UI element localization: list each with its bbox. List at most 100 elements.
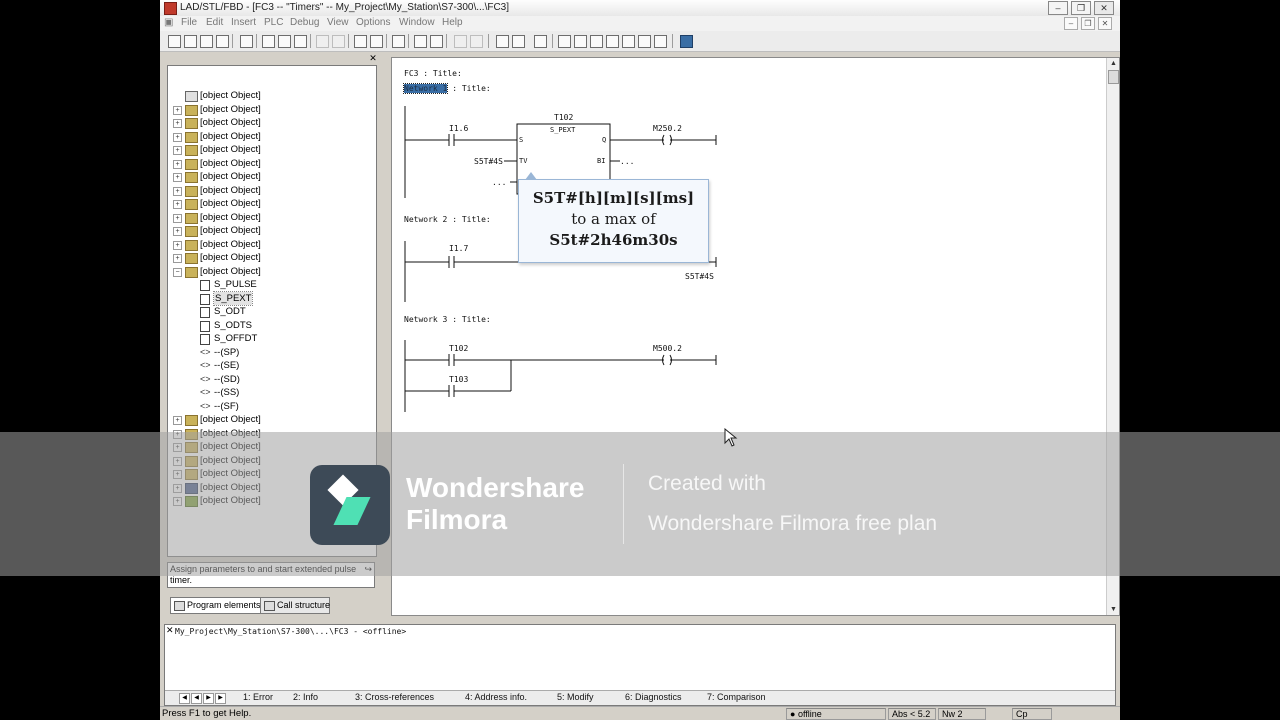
menu-edit[interactable]: Edit — [206, 17, 223, 28]
online-icon[interactable] — [392, 35, 405, 48]
menu-help[interactable]: Help — [442, 17, 463, 28]
next-network-icon[interactable] — [470, 35, 483, 48]
prev-tab-icon[interactable]: ◀ — [191, 693, 202, 704]
close-button[interactable]: ✕ — [1094, 1, 1114, 15]
expand-toggle-icon[interactable]: + — [173, 254, 182, 263]
menu-window[interactable]: Window — [399, 17, 435, 28]
panel-close-icon[interactable]: ✕ — [368, 53, 378, 63]
network2-label[interactable]: Network 2 — [404, 215, 447, 224]
expand-toggle-icon[interactable]: + — [173, 240, 182, 250]
mdi-close-button[interactable]: ✕ — [1098, 17, 1112, 30]
expand-toggle-icon[interactable]: + — [173, 159, 182, 169]
expand-toggle-icon[interactable]: + — [173, 146, 182, 155]
open-branch-icon[interactable] — [622, 35, 635, 48]
application-window: LAD/STL/FBD - [FC3 -- "Timers" -- My_Pro… — [160, 0, 1120, 720]
tab-modify[interactable]: 5: Modify — [557, 692, 594, 703]
whats-this-help-icon[interactable] — [680, 35, 693, 48]
paste-icon[interactable] — [294, 35, 307, 48]
expand-toggle-icon[interactable]: + — [173, 119, 182, 128]
new-network-icon[interactable] — [534, 35, 547, 48]
tree-item-label: [object Object] — [200, 130, 261, 142]
mdi-restore-button[interactable]: ❐ — [1081, 17, 1095, 30]
open-icon[interactable] — [184, 35, 197, 48]
new-icon[interactable] — [168, 35, 181, 48]
connection-icon[interactable] — [654, 35, 667, 48]
print-icon[interactable] — [240, 35, 253, 48]
close-branch-icon[interactable] — [638, 35, 651, 48]
menu-options[interactable]: Options — [356, 17, 390, 28]
menu-plc[interactable]: PLC — [264, 17, 283, 28]
coil-icon[interactable] — [590, 35, 603, 48]
undo-icon[interactable] — [316, 35, 329, 48]
save-icon[interactable] — [216, 35, 229, 48]
network1-bi-value[interactable]: ... — [620, 157, 634, 166]
monitor-icon[interactable] — [414, 35, 427, 48]
tab-call-structure[interactable]: Call structure — [260, 597, 330, 614]
upload-icon[interactable] — [370, 35, 383, 48]
restore-button[interactable]: ❐ — [1071, 1, 1091, 15]
normally-closed-contact-icon[interactable] — [574, 35, 587, 48]
empty-box-icon[interactable] — [606, 35, 619, 48]
expand-toggle-icon[interactable]: + — [173, 227, 182, 236]
expand-toggle-icon[interactable]: + — [173, 416, 182, 425]
expand-toggle-icon[interactable]: + — [173, 105, 182, 115]
tab-cross-references[interactable]: 3: Cross-references — [355, 692, 434, 703]
normally-open-contact-icon[interactable] — [558, 35, 571, 48]
menu-insert[interactable]: Insert — [231, 17, 256, 28]
overview-icon[interactable] — [496, 35, 509, 48]
tab-error[interactable]: 1: Error — [243, 692, 273, 703]
ladder-diagram — [404, 106, 717, 412]
scroll-up-icon[interactable]: ▲ — [1110, 60, 1117, 67]
redo-icon[interactable] — [332, 35, 345, 48]
menu-debug[interactable]: Debug — [290, 17, 319, 28]
download-icon[interactable] — [354, 35, 367, 48]
menu-view[interactable]: View — [327, 17, 349, 28]
goto-icon[interactable] — [430, 35, 443, 48]
details-icon[interactable] — [512, 35, 525, 48]
copy-icon[interactable] — [278, 35, 291, 48]
watermark-divider — [623, 464, 624, 544]
accessible-nodes-icon[interactable] — [200, 35, 213, 48]
previous-network-icon[interactable] — [454, 35, 467, 48]
network1-timer-address[interactable]: T102 — [554, 113, 573, 122]
tab-comparison[interactable]: 7: Comparison — [707, 692, 766, 703]
first-tab-icon[interactable]: ◀ — [179, 693, 190, 704]
network2-tv-value[interactable]: S5T#4S — [685, 272, 714, 281]
cut-icon[interactable] — [262, 35, 275, 48]
expand-toggle-icon[interactable]: + — [173, 186, 182, 196]
network3-label[interactable]: Network 3 — [404, 315, 447, 324]
details-close-icon[interactable]: ✕ — [166, 625, 174, 636]
tab-address-info[interactable]: 4: Address info. — [465, 692, 527, 703]
last-tab-icon[interactable]: ▶ — [215, 693, 226, 704]
timer-item-label: --(SS) — [214, 387, 240, 398]
expand-toggle-icon[interactable]: + — [173, 173, 182, 182]
timer-block-icon — [200, 280, 210, 291]
expand-toggle-icon[interactable]: + — [173, 200, 182, 209]
network1-contact-address[interactable]: I1.6 — [449, 124, 468, 133]
tab-info[interactable]: 2: Info — [293, 692, 318, 703]
mdi-minimize-button[interactable]: – — [1064, 17, 1078, 30]
network3-coil-address[interactable]: M500.2 — [653, 344, 682, 353]
expand-toggle-icon[interactable]: + — [173, 213, 182, 223]
menu-file[interactable]: File — [181, 17, 197, 28]
minimize-button[interactable]: – — [1048, 1, 1068, 15]
scroll-thumb[interactable] — [1108, 70, 1119, 84]
watermark-plan: Wondershare Filmora free plan — [648, 512, 938, 535]
tab-diagnostics[interactable]: 6: Diagnostics — [625, 692, 682, 703]
expand-toggle-icon[interactable]: + — [173, 132, 182, 142]
tab-program-elements[interactable]: Program elements — [170, 597, 266, 614]
network2-contact-address[interactable]: I1.7 — [449, 244, 468, 253]
details-tab-nav: ◀ ◀ ▶ ▶ — [179, 693, 226, 704]
network1-r-value[interactable]: ... — [492, 178, 506, 187]
timer-pin-tv: TV — [519, 157, 528, 165]
timer-item-label: S_ODTS — [214, 319, 253, 331]
timer-item-label: --(SP) — [214, 346, 240, 358]
next-tab-icon[interactable]: ▶ — [203, 693, 214, 704]
network1-tv-value[interactable]: S5T#4S — [474, 157, 503, 166]
timer-block-icon — [200, 320, 210, 332]
network3-contact2-address[interactable]: T103 — [449, 375, 468, 384]
scroll-down-icon[interactable]: ▼ — [1110, 606, 1117, 613]
network3-contact1-address[interactable]: T102 — [449, 344, 468, 353]
network1-coil-address[interactable]: M250.2 — [653, 124, 682, 133]
expand-toggle-icon[interactable]: − — [173, 267, 182, 277]
